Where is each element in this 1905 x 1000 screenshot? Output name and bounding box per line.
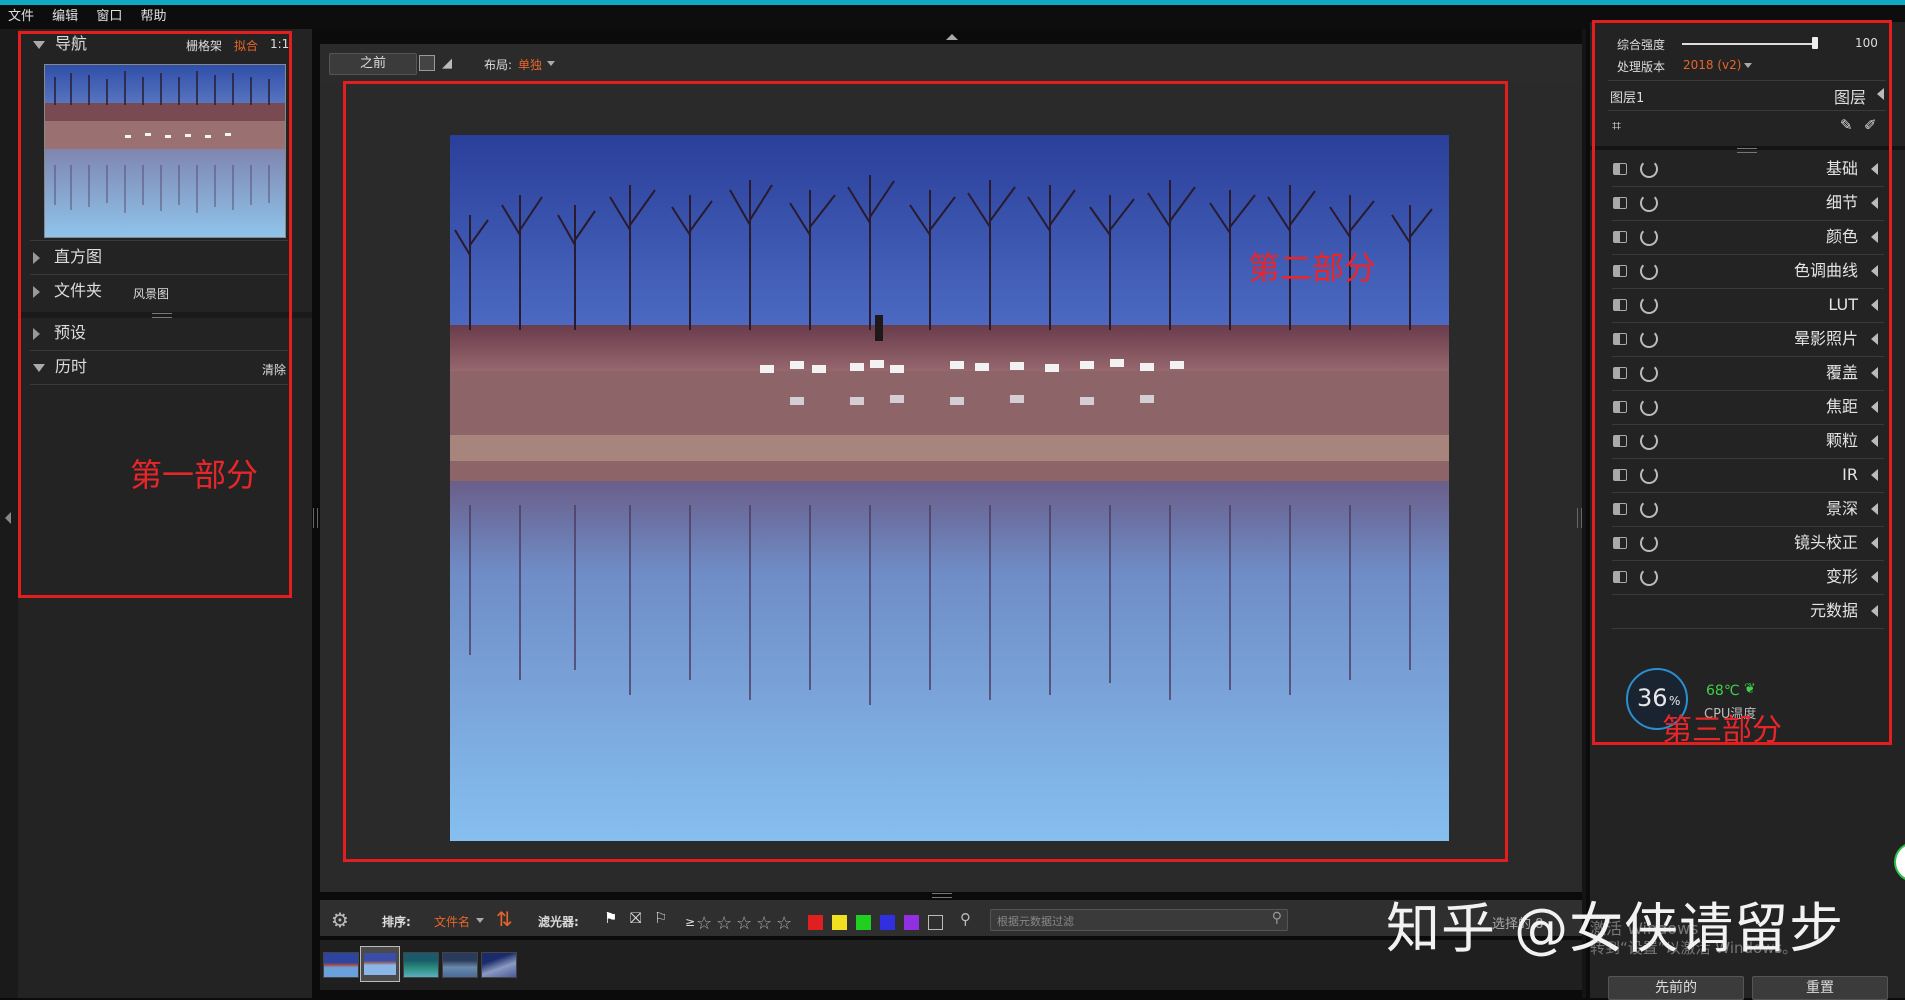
menu-file[interactable]: 文件 [8,5,34,29]
menu-edit[interactable]: 编辑 [52,5,78,29]
menu-window[interactable]: 窗口 [96,5,122,29]
color-label-blue[interactable] [880,915,895,930]
star-icon[interactable]: ☆ [756,913,772,934]
eyedropper-icon[interactable]: ⚲ [960,910,971,928]
annotation-box-part1 [18,31,292,598]
color-label-yellow[interactable] [832,915,847,930]
menu-help[interactable]: 帮助 [140,5,166,29]
reset-button[interactable]: 重置 [1752,976,1888,1000]
compare-square-icon[interactable] [419,55,435,71]
thumbnail-3[interactable] [403,952,439,978]
layout-label: 布局: [484,58,513,72]
left-splitter-handle[interactable] [313,508,318,528]
gear-icon[interactable]: ⚙ [331,908,349,932]
collapse-left-icon[interactable] [5,512,11,524]
color-label-green[interactable] [856,915,871,930]
star-icon[interactable]: ☆ [736,913,752,934]
search-placeholder: 根据元数据过滤 [997,915,1074,928]
search-icon[interactable]: ⚲ [1272,910,1282,926]
star-icon[interactable]: ☆ [696,913,712,934]
sort-label: 排序: [382,915,411,929]
star-icon[interactable]: ☆ [716,913,732,934]
thumbnail-1[interactable] [323,952,359,978]
thumbnail-2-selected[interactable] [360,946,400,982]
metadata-search-input[interactable]: 根据元数据过滤 ⚲ [990,909,1288,931]
annotation-part1-label: 第一部分 [130,456,259,494]
annotation-part3-label: 第三部分 [1662,713,1782,748]
compare-split-icon[interactable]: ◢ [442,56,452,71]
flag-outline-icon[interactable]: ⚐ [654,909,667,927]
color-label-purple[interactable] [904,915,919,930]
layout-value-dropdown[interactable]: 单独 [518,56,542,73]
annotation-box-part3 [1592,20,1892,745]
star-icon[interactable]: ☆ [776,913,792,934]
filmstrip-resize-handle[interactable] [932,893,952,898]
right-splitter [1582,29,1586,998]
previous-button[interactable]: 先前的 [1608,976,1744,1000]
chevron-down-icon [476,918,484,923]
filter-label: 滤光器: [538,915,579,929]
sort-dropdown[interactable]: 文件名 [434,913,470,930]
color-label-none[interactable] [928,915,943,930]
collapse-top-icon[interactable] [946,34,958,40]
flag-rejected-icon[interactable]: ⛝ [630,909,641,927]
flag-white-icon[interactable]: ⚑ [604,909,617,927]
annotation-box-part2 [343,81,1508,862]
color-label-red[interactable] [808,915,823,930]
right-splitter-handle[interactable] [1577,508,1582,528]
thumbnail-5[interactable] [481,952,517,978]
sort-direction-icon[interactable]: ⇅ [496,907,513,931]
chevron-down-icon [547,61,555,66]
thumbnail-4[interactable] [442,952,478,978]
before-button[interactable]: 之前 [329,53,417,75]
rating-prefix: ≥ [685,915,696,929]
zhihu-watermark: 知乎 @女侠请留步 [1386,897,1845,960]
annotation-part2-label: 第二部分 [1248,249,1377,287]
